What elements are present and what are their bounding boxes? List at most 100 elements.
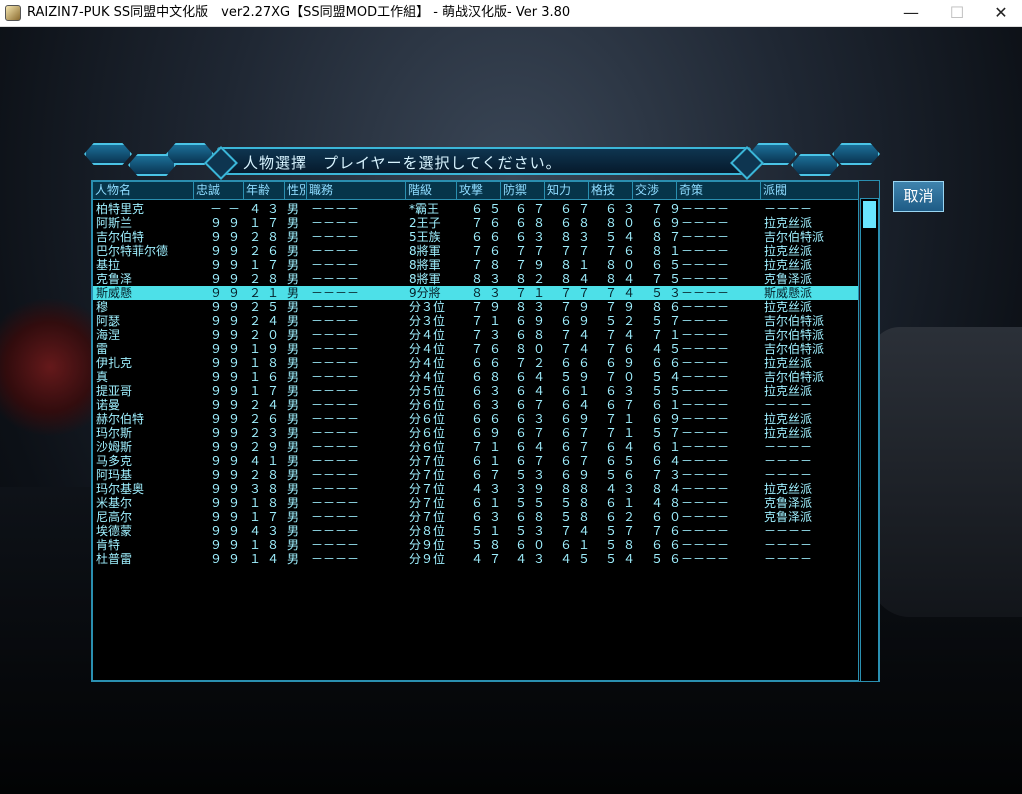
cell-melee: ７０	[605, 370, 642, 384]
cell-sex: 男	[287, 440, 300, 454]
cell-name: 吉尔伯特	[96, 230, 145, 244]
cell-atk: ７９	[471, 300, 508, 314]
cell-name: 米基尔	[96, 496, 133, 510]
cell-age: １６	[249, 370, 286, 384]
close-button[interactable]: ✕	[978, 0, 1022, 26]
cell-atk: ６３	[471, 384, 508, 398]
cell-int: ６１	[560, 538, 597, 552]
cell-faction: 拉克丝派	[764, 412, 813, 426]
header-duty[interactable]: 職務	[307, 182, 406, 199]
header-negotiation[interactable]: 交渉	[633, 182, 677, 199]
cell-loyalty: ９９	[210, 286, 247, 300]
cell-int: ５８	[560, 510, 597, 524]
cell-name: 提亚哥	[96, 384, 133, 398]
cell-age: ４１	[249, 454, 286, 468]
cell-melee: ５２	[605, 314, 642, 328]
table-row[interactable]: 沙姆斯 ９９ ２９ 男－－－－ 分６位 ７１ ６４ ６７ ６４ ６１ －－－－ －－－－	[93, 440, 858, 454]
cell-def: ７２	[515, 356, 552, 370]
cell-int: ６９	[560, 314, 597, 328]
table-row[interactable]: 肯特 ９９ １８ 男－－－－ 分９位 ５８ ６０ ６１ ５８ ６６ －－－－ －－－－	[93, 538, 858, 552]
header-melee[interactable]: 格技	[589, 182, 633, 199]
table-header: 人物名 忠誠 年齢 性別 職務 階級 攻撃 防禦 知力 格技 交渉 奇策 派閥	[93, 182, 858, 200]
cell-def: ６９	[515, 314, 552, 328]
table-row[interactable]: 玛尔斯 ９９ ２３ 男－－－－ 分６位 ６９ ６７ ６７ ７１ ５７ －－－－ 拉克丝派	[93, 426, 858, 440]
table-row[interactable]: 马多克 ９９ ４１ 男－－－－ 分７位 ６１ ６７ ６７ ６５ ６４ －－－－ －－－－	[93, 454, 858, 468]
cell-rank: 分６位	[409, 398, 446, 412]
cell-int: ６７	[560, 440, 597, 454]
cell-def: ６７	[515, 398, 552, 412]
header-faction[interactable]: 派閥	[761, 182, 858, 199]
cell-loyalty: ９９	[210, 440, 247, 454]
cell-atk: ８３	[471, 272, 508, 286]
cell-rank: 8將軍	[409, 272, 441, 286]
table-scrollbar[interactable]	[860, 198, 879, 682]
cell-duty: －－－－	[311, 552, 360, 566]
cell-faction: －－－－	[764, 202, 813, 216]
table-row[interactable]: 赫尔伯特 ９９ ２６ 男－－－－ 分６位 ６６ ６３ ６９ ７１ ６９ －－－－ 拉克丝派	[93, 412, 858, 426]
table-row[interactable]: 海涅 ９９ ２０ 男－－－－ 分４位 ７３ ６８ ７４ ７４ ７１ －－－－ 吉尔伯特派	[93, 328, 858, 342]
cell-name: 尼高尔	[96, 510, 133, 524]
cell-age: １８	[249, 538, 286, 552]
table-row[interactable]: 阿玛基 ９９ ２８ 男－－－－ 分７位 ６７ ５３ ６９ ５６ ７３ －－－－ －－－－	[93, 468, 858, 482]
table-row[interactable]: 穆 ９９ ２５ 男－－－－ 分３位 ７９ ８３ ７９ ７９ ８６ －－－－ 拉克丝派	[93, 300, 858, 314]
header-attack[interactable]: 攻撃	[457, 182, 501, 199]
table-row[interactable]: 杜普雷 ９９ １４ 男－－－－ 分９位 ４７ ４３ ４５ ５４ ５６ －－－－ －－－－	[93, 552, 858, 566]
cell-name: 巴尔特菲尔德	[96, 244, 169, 258]
cell-atk: ４７	[471, 552, 508, 566]
cell-sex: 男	[287, 370, 300, 384]
cell-name: 肯特	[96, 538, 121, 552]
table-row[interactable]: 阿瑟 ９９ ２４ 男－－－－ 分３位 ７１ ６９ ６９ ５２ ５７ －－－－ 吉尔伯特派	[93, 314, 858, 328]
cell-faction: 拉克丝派	[764, 300, 813, 314]
cell-def: ８０	[515, 342, 552, 356]
cell-trick: －－－－	[681, 454, 730, 468]
header-rank[interactable]: 階級	[406, 182, 457, 199]
minimize-button[interactable]: —	[888, 0, 934, 26]
scrollbar-thumb[interactable]	[863, 201, 876, 228]
table-row[interactable]: 尼高尔 ９９ １７ 男－－－－ 分７位 ６３ ６８ ５８ ６２ ６０ －－－－ 克鲁泽派	[93, 510, 858, 524]
cell-age: ２８	[249, 468, 286, 482]
table-rows: 柏特里克 －－ ４３ 男－－－－ *霸王 ６５ ６７ ６７ ６３ ７９ －－－－ －－－－ 阿斯兰 ９９ １…	[93, 202, 858, 566]
table-row[interactable]: 真 ９９ １６ 男－－－－ 分４位 ６８ ６４ ５９ ７０ ５４ －－－－ 吉尔伯特派	[93, 370, 858, 384]
cell-atk: ６３	[471, 398, 508, 412]
table-row[interactable]: 阿斯兰 ９９ １７ 男－－－－ 2王子 ７６ ６８ ６８ ８０ ６９ －－－－ 拉克丝派	[93, 216, 858, 230]
cell-loyalty: ９９	[210, 482, 247, 496]
table-row[interactable]: 埃德蒙 ９９ ４３ 男－－－－ 分８位 ５１ ５３ ７４ ５７ ７６ －－－－ －－－－	[93, 524, 858, 538]
header-age[interactable]: 年齢	[244, 182, 285, 199]
cell-int: ５９	[560, 370, 597, 384]
table-row[interactable]: 雷 ９９ １９ 男－－－－ 分４位 ７６ ８０ ７４ ７６ ４５ －－－－ 吉尔伯特派	[93, 342, 858, 356]
table-row[interactable]: 诺曼 ９９ ２４ 男－－－－ 分６位 ６３ ６７ ６４ ６７ ６１ －－－－ －－－－	[93, 398, 858, 412]
table-row[interactable]: 斯威懸 ９９ ２１ 男－－－－ 9分將 ８３ ７１ ７７ ７４ ５３ －－－－ 斯威懸派	[93, 286, 858, 300]
cell-loyalty: ９９	[210, 328, 247, 342]
cell-duty: －－－－	[311, 524, 360, 538]
header-name[interactable]: 人物名	[93, 182, 194, 199]
table-row[interactable]: 米基尔 ９９ １８ 男－－－－ 分７位 ６１ ５５ ５８ ６１ ４８ －－－－ 克鲁泽派	[93, 496, 858, 510]
cell-age: １７	[249, 384, 286, 398]
cell-duty: －－－－	[311, 328, 360, 342]
cancel-button[interactable]: 取消	[893, 181, 944, 212]
cell-name: 雷	[96, 342, 109, 356]
cell-trick: －－－－	[681, 552, 730, 566]
header-defense[interactable]: 防禦	[501, 182, 545, 199]
cell-def: ３９	[515, 482, 552, 496]
table-row[interactable]: 基拉 ９９ １７ 男－－－－ 8將軍 ７８ ７９ ８１ ８０ ６５ －－－－ 拉克丝派	[93, 258, 858, 272]
cell-sex: 男	[287, 272, 300, 286]
table-row[interactable]: 克鲁泽 ９９ ２８ 男－－－－ 8將軍 ８３ ８２ ８４ ８４ ７５ －－－－ 克鲁泽派	[93, 272, 858, 286]
cell-duty: －－－－	[311, 342, 360, 356]
cell-int: ８１	[560, 258, 597, 272]
header-intellect[interactable]: 知力	[545, 182, 589, 199]
cell-sex: 男	[287, 454, 300, 468]
banner-text: 人物選擇 プレイヤーを選択してください。	[243, 154, 562, 172]
cell-name: 斯威懸	[96, 286, 133, 300]
header-loyalty[interactable]: 忠誠	[194, 182, 244, 199]
table-row[interactable]: 柏特里克 －－ ４３ 男－－－－ *霸王 ６５ ６７ ６７ ６３ ７９ －－－－ －－－－	[93, 202, 858, 216]
table-row[interactable]: 伊扎克 ９９ １８ 男－－－－ 分４位 ６６ ７２ ６６ ６９ ６６ －－－－ 拉克丝派	[93, 356, 858, 370]
header-trick[interactable]: 奇策	[677, 182, 761, 199]
table-row[interactable]: 玛尔基奥 ９９ ３８ 男－－－－ 分７位 ４３ ３９ ８８ ４３ ８４ －－－－ 拉克丝派	[93, 482, 858, 496]
table-row[interactable]: 吉尔伯特 ９９ ２８ 男－－－－ 5王族 ６６ ６３ ８３ ５４ ８７ －－－－ 吉尔伯特派	[93, 230, 858, 244]
table-row[interactable]: 巴尔特菲尔德 ９９ ２６ 男－－－－ 8將軍 ７６ ７７ ７７ ７６ ８１ －－－－ 拉克丝派	[93, 244, 858, 258]
header-sex[interactable]: 性別	[285, 182, 307, 199]
cell-atk: ７８	[471, 258, 508, 272]
maximize-button[interactable]: ☐	[934, 0, 980, 26]
table-row[interactable]: 提亚哥 ９９ １７ 男－－－－ 分５位 ６３ ６４ ６１ ６３ ５５ －－－－ 拉克丝派	[93, 384, 858, 398]
cell-trick: －－－－	[681, 272, 730, 286]
